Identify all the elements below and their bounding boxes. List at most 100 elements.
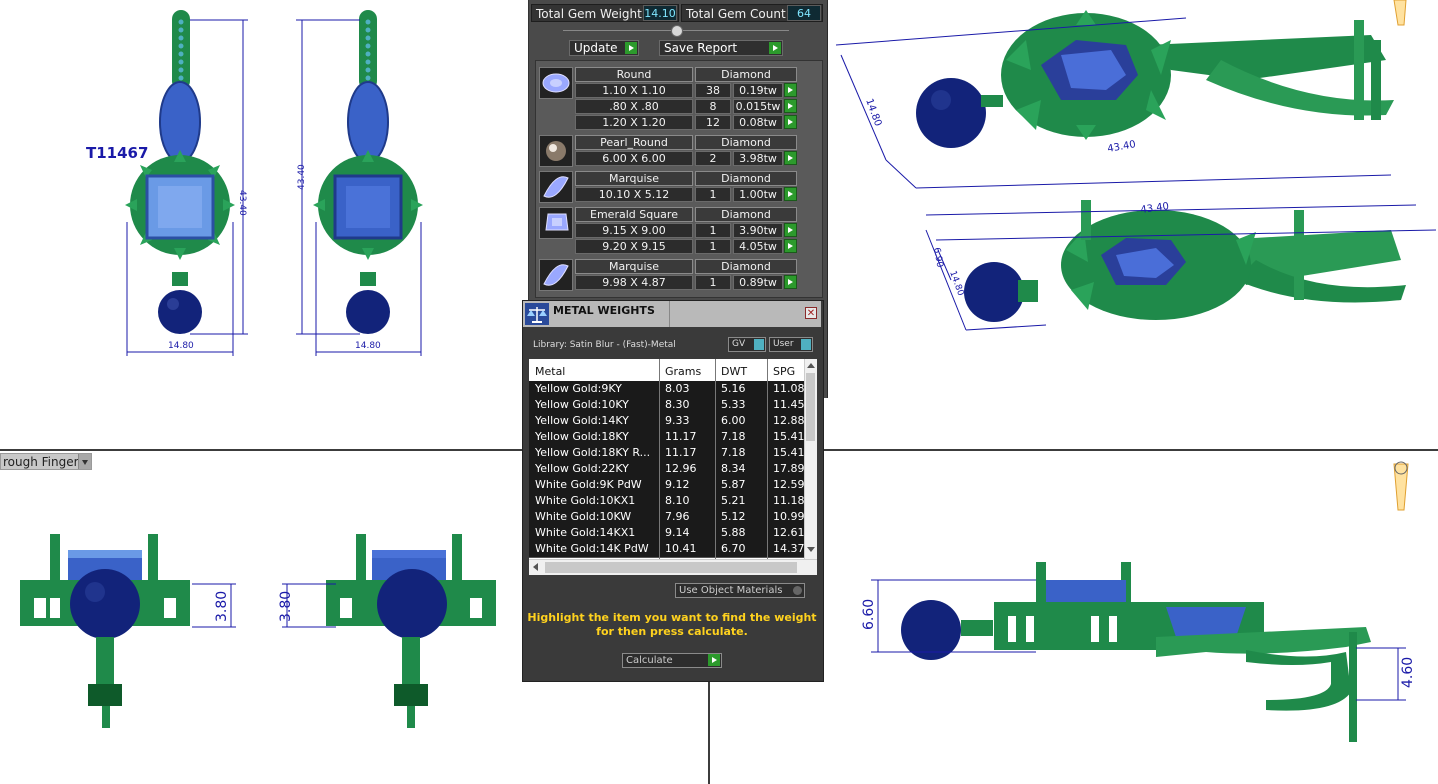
gem-count: 2 [695,151,731,166]
table-row[interactable]: Yellow Gold:18KY R... 11.17 7.18 15.41 [529,445,805,462]
horizontal-scrollbar[interactable] [529,559,817,575]
perspective-dim-4: 6.90 [931,247,944,269]
metal-name-cell: Yellow Gold:14KY [535,414,629,427]
column-header-metal[interactable]: Metal [535,365,565,378]
emerald-square-gem-icon [539,207,573,239]
grams-cell: 8.03 [665,382,690,395]
table-row[interactable]: White Gold:14K PdW 10.41 6.70 14.37 [529,541,805,558]
profile-view-viewport[interactable]: 6.60 4.60 [826,452,1438,784]
gem-shape-label: Marquise [575,259,693,274]
gv-toggle[interactable]: GV [728,337,766,352]
gem-material-label: Diamond [695,135,797,150]
update-button[interactable]: Update [569,40,639,56]
dwt-cell: 5.88 [721,526,746,539]
dwt-cell: 6.00 [721,414,746,427]
dwt-cell: 6.70 [721,542,746,555]
profile-dim-height: 6.60 [861,599,877,630]
column-separator [767,359,768,559]
select-arrow-icon[interactable] [784,99,797,113]
total-gem-count-value: 64 [787,5,821,21]
gem-group-pearl[interactable]: Pearl_Round Diamond 6.00 X 6.00 2 3.98tw [539,135,797,167]
metal-name-cell: Yellow Gold:9KY [535,382,622,395]
gem-group-marquise[interactable]: Marquise Diamond 10.10 X 5.12 1 1.00tw [539,171,797,203]
table-row[interactable]: Yellow Gold:9KY 8.03 5.16 11.08 [529,381,805,398]
gem-count: 38 [695,83,731,98]
table-row[interactable]: White Gold:14KX1 9.14 5.88 12.61 [529,525,805,542]
table-row[interactable]: White Gold:10KW 7.96 5.12 10.99 [529,509,805,526]
select-arrow-icon[interactable] [784,187,797,201]
earring-side-left [20,534,190,728]
pearl-icon [539,135,573,167]
gem-size: 9.20 X 9.15 [575,239,693,254]
scroll-up-icon[interactable] [807,363,815,368]
gem-shape-label: Emerald Square [575,207,693,222]
calculate-button-label: Calculate [626,655,673,666]
grams-cell: 12.96 [665,462,697,475]
select-arrow-icon[interactable] [784,151,797,165]
metal-name-cell: White Gold:10KX1 [535,494,636,507]
profile-dim-hook: 4.60 [1400,657,1416,688]
gem-shape-label: Pearl_Round [575,135,693,150]
table-row[interactable]: Yellow Gold:18KY 11.17 7.18 15.41 [529,429,805,446]
perspective-view-viewport[interactable]: 14.80 43.40 43.40 6.90 14.80 [826,0,1438,445]
gem-group-marquise-2[interactable]: Marquise Diamond 9.98 X 4.87 1 0.89tw [539,259,797,291]
instruction-line-1: Highlight the item you want to find the … [527,611,817,624]
gem-size: 10.10 X 5.12 [575,187,693,202]
metal-weights-titlebar[interactable]: METAL WEIGHTS ✕ [523,301,821,327]
gem-size: 9.98 X 4.87 [575,275,693,290]
slider-thumb-icon[interactable] [671,25,683,37]
table-row[interactable]: White Gold:10KX1 8.10 5.21 11.18 [529,493,805,510]
dwt-cell: 5.16 [721,382,746,395]
gem-weight: 0.89tw [733,275,783,290]
table-row[interactable]: Yellow Gold:10KY 8.30 5.33 11.45 [529,397,805,414]
select-arrow-icon[interactable] [784,239,797,253]
gem-weight: 3.98tw [733,151,783,166]
user-toggle[interactable]: User [769,337,813,352]
grams-cell: 11.17 [665,446,697,459]
viewport-divider-vertical [708,680,710,784]
table-row[interactable]: Yellow Gold:14KY 9.33 6.00 12.88 [529,413,805,430]
scroll-left-icon[interactable] [533,563,538,571]
gem-material-label: Diamond [695,67,797,82]
go-arrow-icon [769,42,781,54]
side-view-viewport[interactable]: 3.80 3.80 [0,472,520,784]
use-object-materials-label: Use Object Materials [679,585,783,596]
perspective-dim-2: 43.40 [1107,139,1137,155]
column-header-spg[interactable]: SPG [773,365,795,378]
marquise-gem-icon [539,171,573,203]
select-arrow-icon[interactable] [784,223,797,237]
gem-size: 9.15 X 9.00 [575,223,693,238]
view-mode-dropdown[interactable]: rough Finger [0,453,92,470]
select-arrow-icon[interactable] [784,275,797,289]
table-row[interactable]: Yellow Gold:22KY 12.96 8.34 17.89 [529,461,805,478]
gem-weight: 1.00tw [733,187,783,202]
titlebar-separator [669,301,670,327]
viewport-divider-horizontal [0,449,528,451]
save-report-button[interactable]: Save Report [659,40,783,56]
gem-shape-label: Round [575,67,693,82]
scrollbar-thumb[interactable] [806,373,815,441]
dimension-width-left: 14.80 [168,341,194,351]
user-toggle-label: User [773,339,794,349]
vertical-scrollbar[interactable] [804,359,817,559]
scrollbar-thumb[interactable] [545,562,797,573]
scroll-down-icon[interactable] [807,547,815,552]
gem-group-round[interactable]: Round Diamond 1.10 X 1.10 38 0.19tw .80 … [539,67,797,131]
column-header-dwt[interactable]: DWT [721,365,747,378]
dwt-cell: 5.21 [721,494,746,507]
close-icon[interactable]: ✕ [805,307,817,319]
front-view-viewport[interactable]: T11467 43.40 43.40 14.80 14.80 [0,0,520,445]
panel-slider[interactable] [563,25,789,37]
metal-weights-title: METAL WEIGHTS [553,304,655,317]
select-arrow-icon[interactable] [784,83,797,97]
gem-material-label: Diamond [695,259,797,274]
gem-group-emerald-square[interactable]: Emerald Square Diamond 9.15 X 9.00 1 3.9… [539,207,797,255]
column-header-grams[interactable]: Grams [665,365,701,378]
axis-gizmo-icon [1393,461,1409,511]
use-object-materials-toggle[interactable]: Use Object Materials [675,583,805,598]
select-arrow-icon[interactable] [784,115,797,129]
gem-size: 1.20 X 1.20 [575,115,693,130]
metal-library-label: Library: Satin Blur - (Fast)-Metal [533,340,676,350]
calculate-button[interactable]: Calculate [622,653,722,668]
table-row[interactable]: White Gold:9K PdW 9.12 5.87 12.59 [529,477,805,494]
